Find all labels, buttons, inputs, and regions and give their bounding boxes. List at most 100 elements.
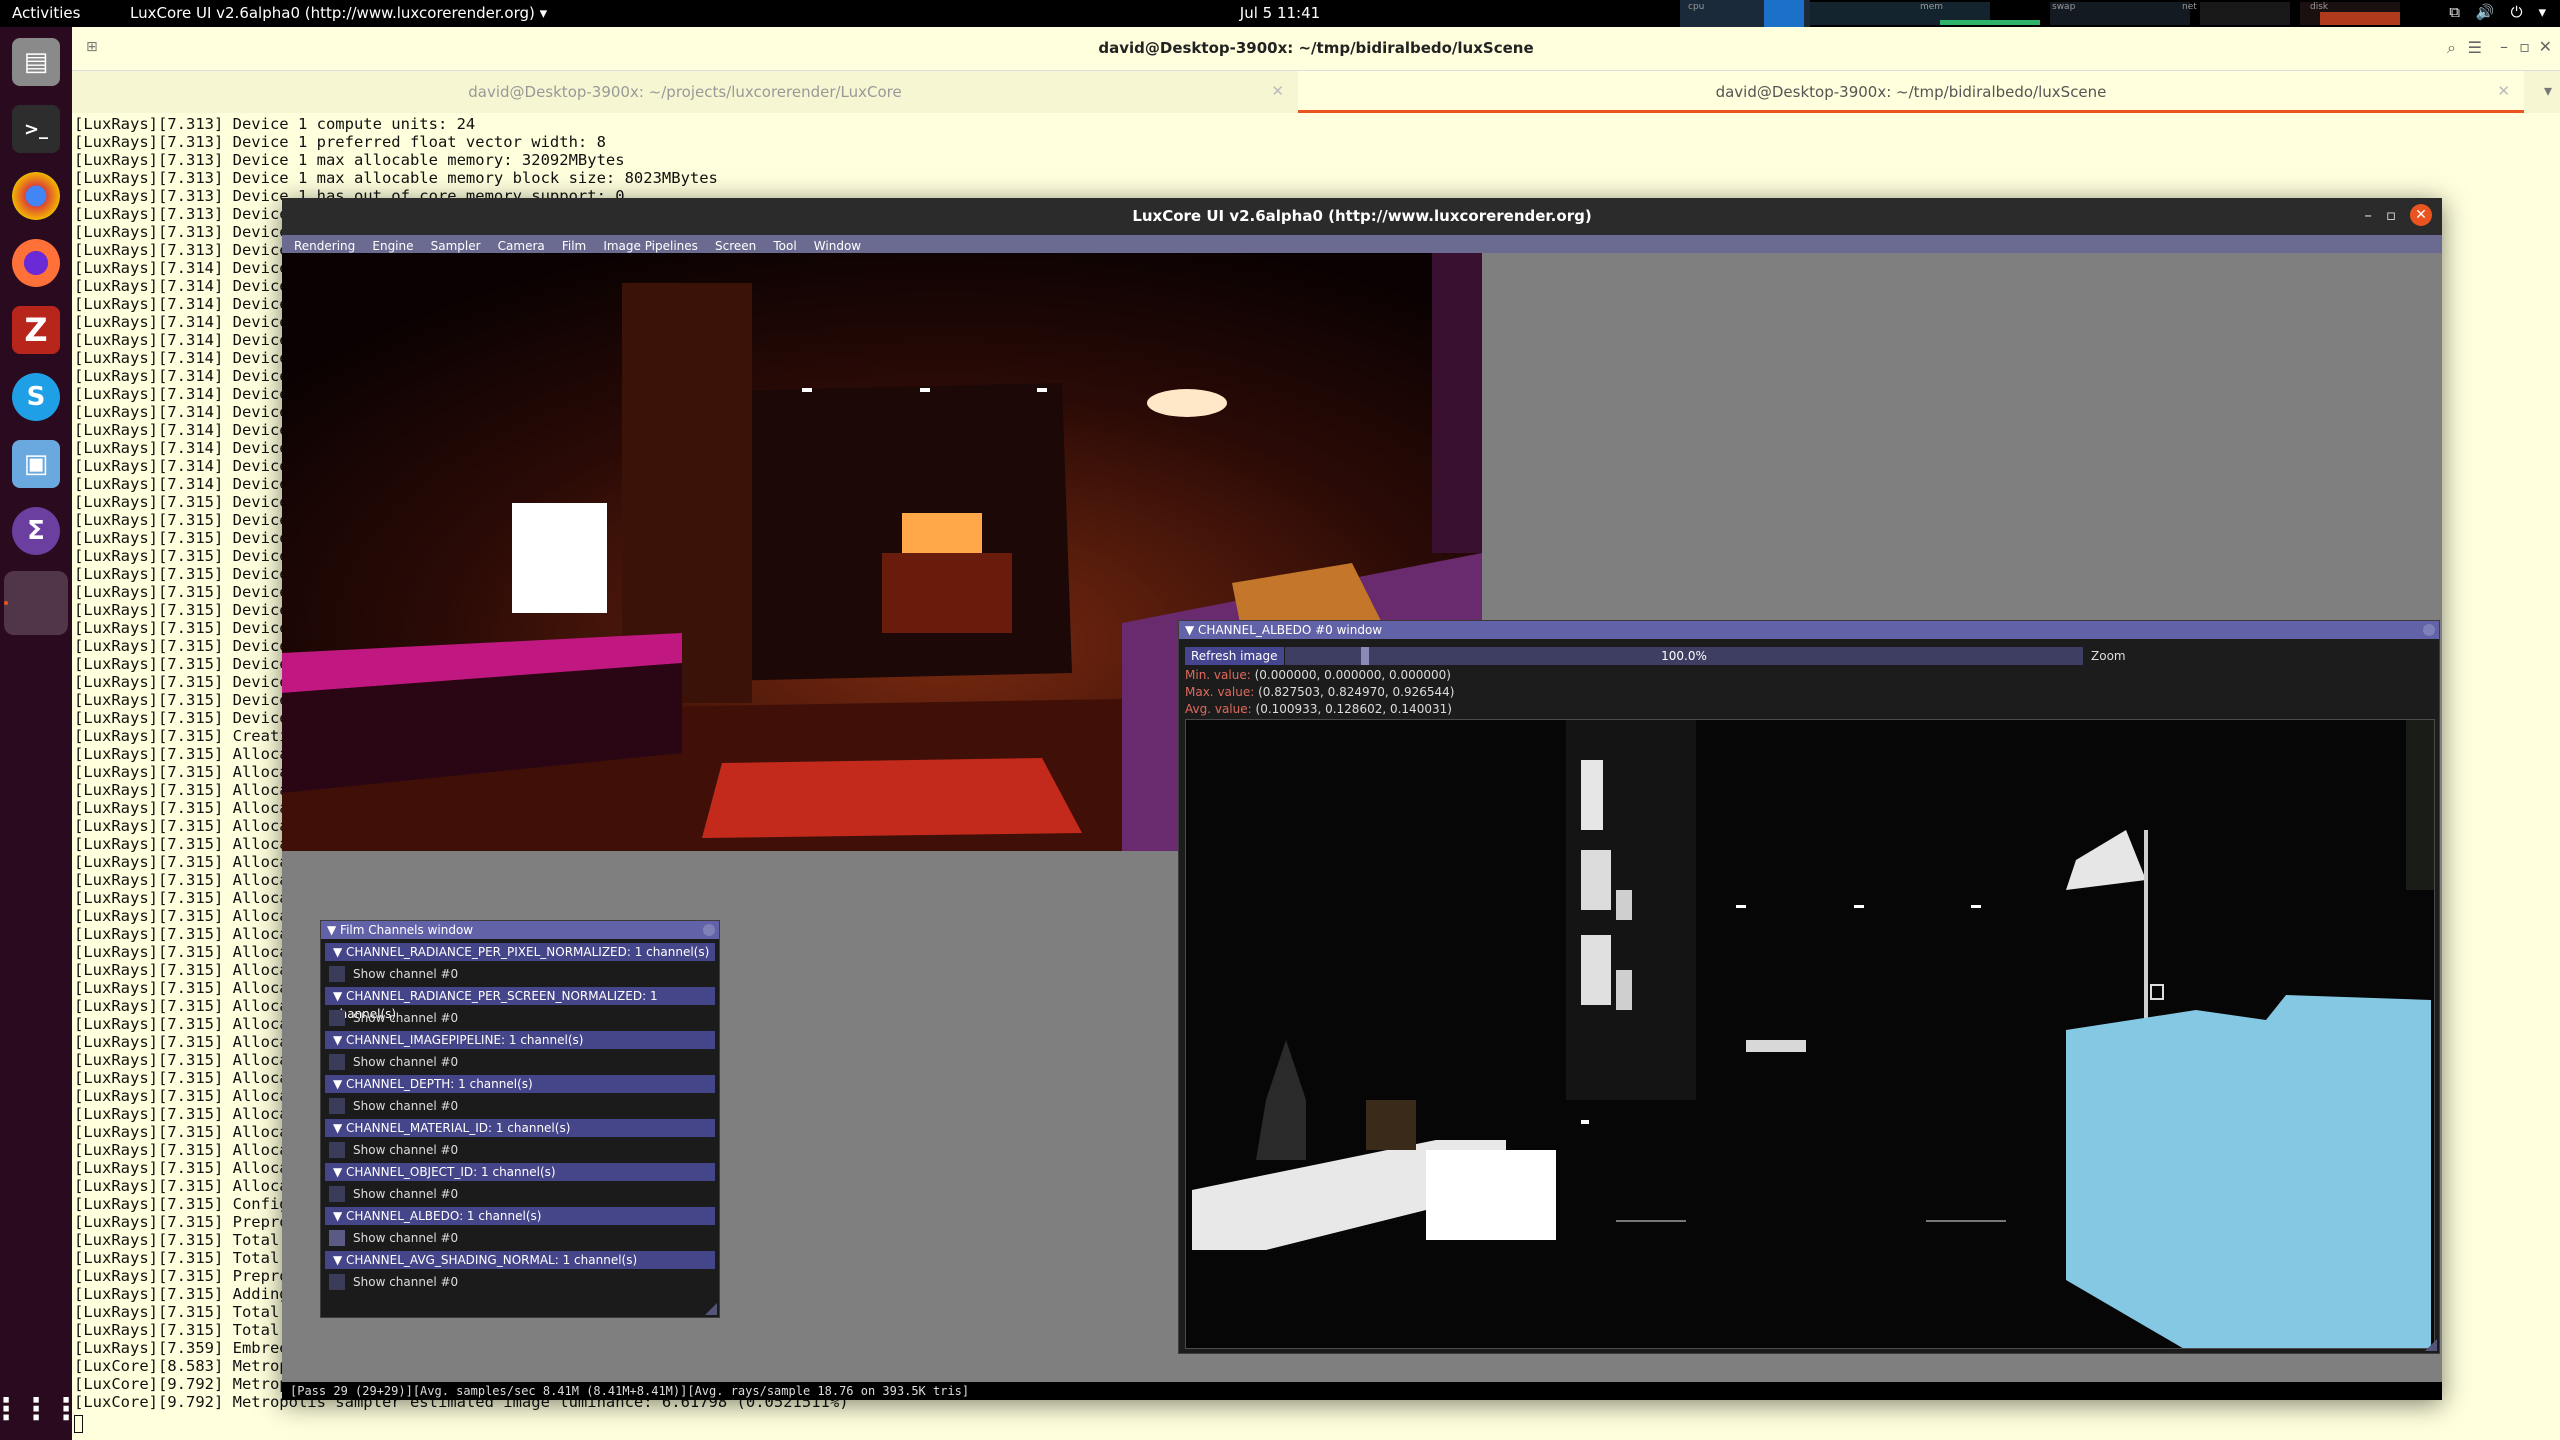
film-channels-title[interactable]: ▼ Film Channels window (321, 921, 719, 939)
show-channel-checkbox[interactable] (329, 1186, 345, 1202)
collapse-triangle-icon[interactable]: ▼ (327, 923, 340, 937)
power-icon[interactable]: ⏻ (2511, 3, 2523, 21)
show-channel-row[interactable]: Show channel #0 (329, 1141, 715, 1159)
channel-header[interactable]: ▼ CHANNEL_MATERIAL_ID: 1 channel(s) (325, 1119, 715, 1137)
menu-rendering[interactable]: Rendering (294, 239, 355, 253)
search-icon[interactable]: ⌕ (2447, 38, 2456, 58)
collapse-triangle-icon[interactable]: ▼ (1185, 623, 1198, 637)
collapse-triangle-icon[interactable]: ▼ (333, 945, 346, 959)
menu-window[interactable]: Window (814, 239, 861, 253)
show-channel-checkbox[interactable] (329, 1010, 345, 1026)
show-channel-checkbox[interactable] (329, 1230, 345, 1246)
terminal-icon[interactable]: >_ (12, 105, 60, 153)
collapse-triangle-icon[interactable]: ▼ (333, 989, 346, 1003)
show-channel-row[interactable]: Show channel #0 (329, 965, 715, 983)
film-channels-window[interactable]: ▼ Film Channels window ▼ CHANNEL_RADIANC… (320, 920, 720, 1318)
minimize-icon[interactable]: – (2500, 37, 2508, 56)
collapse-triangle-icon[interactable]: ▼ (333, 1077, 346, 1091)
menu-tool[interactable]: Tool (773, 239, 796, 253)
status-bar: [Pass 29 (29+29)][Avg. samples/sec 8.41M… (282, 1382, 2442, 1400)
collapse-triangle-icon[interactable]: ▼ (333, 1165, 346, 1179)
tab-luxcore[interactable]: david@Desktop-3900x: ~/projects/luxcorer… (72, 71, 1298, 113)
channel-header[interactable]: ▼ CHANNEL_OBJECT_ID: 1 channel(s) (325, 1163, 715, 1181)
resize-grip[interactable] (705, 1303, 717, 1315)
albedo-image[interactable] (1185, 719, 2435, 1349)
menu-camera[interactable]: Camera (498, 239, 545, 253)
activities-button[interactable]: Activities (12, 4, 80, 22)
close-icon[interactable]: ✕ (2539, 37, 2552, 56)
close-icon[interactable] (2423, 624, 2435, 636)
albedo-window[interactable]: ▼ CHANNEL_ALBEDO #0 window Refresh image… (1178, 620, 2440, 1354)
volume-icon[interactable]: 🔊 (2476, 3, 2495, 21)
channel-header[interactable]: ▼ CHANNEL_DEPTH: 1 channel(s) (325, 1075, 715, 1093)
system-monitor-graphs[interactable]: cpu mem swap net disk (1680, 0, 2400, 27)
refresh-image-button[interactable]: Refresh image (1185, 647, 1284, 665)
files-icon[interactable]: ▤ (12, 38, 60, 86)
show-channel-checkbox[interactable] (329, 1142, 345, 1158)
menu-screen[interactable]: Screen (715, 239, 756, 253)
collapse-triangle-icon[interactable]: ▼ (333, 1253, 346, 1267)
close-icon[interactable] (703, 924, 715, 936)
menu-image-pipelines[interactable]: Image Pipelines (603, 239, 698, 253)
zoom-slider-grab[interactable] (1361, 647, 1369, 665)
zoom-slider[interactable]: 100.0% (1285, 647, 2083, 665)
terminal-header: ⊞ david@Desktop-3900x: ~/tmp/bidiralbedo… (72, 27, 2560, 71)
chevron-down-icon[interactable]: ▾ (2538, 3, 2546, 21)
show-channel-checkbox[interactable] (329, 1054, 345, 1070)
show-channel-checkbox[interactable] (329, 966, 345, 982)
channel-name: CHANNEL_AVG_SHADING_NORMAL: 1 channel(s) (346, 1253, 638, 1267)
show-channel-label: Show channel #0 (353, 967, 459, 981)
resize-grip[interactable] (2425, 1339, 2437, 1351)
show-channel-row[interactable]: Show channel #0 (329, 1273, 715, 1291)
hamburger-menu-icon[interactable]: ☰ (2468, 38, 2482, 57)
tabs-menu-icon[interactable]: ▾ (2544, 81, 2552, 100)
albedo-window-title[interactable]: ▼ CHANNEL_ALBEDO #0 window (1179, 621, 2439, 639)
filezilla-icon[interactable]: Z (12, 306, 60, 354)
close-icon[interactable]: ✕ (2410, 204, 2432, 226)
channel-header[interactable]: ▼ CHANNEL_RADIANCE_PER_PIXEL_NORMALIZED:… (325, 943, 715, 961)
zoom-label: Zoom (2091, 649, 2126, 663)
system-tray[interactable]: ⧉ 🔊 ⏻ ▾ (2449, 3, 2546, 21)
apps-grid-icon[interactable]: ⋮⋮⋮ (0, 1385, 81, 1433)
show-channel-row[interactable]: Show channel #0 (329, 1009, 715, 1027)
show-channel-label: Show channel #0 (353, 1231, 459, 1245)
luxcore-icon[interactable] (4, 571, 68, 635)
minimize-icon[interactable]: – (2364, 206, 2372, 224)
show-channel-row[interactable]: Show channel #0 (329, 1229, 715, 1247)
clock[interactable]: Jul 5 11:41 (1240, 4, 1320, 22)
menu-sampler[interactable]: Sampler (431, 239, 481, 253)
close-tab-icon[interactable]: ✕ (2497, 82, 2510, 100)
show-channel-checkbox[interactable] (329, 1274, 345, 1290)
channel-name: CHANNEL_DEPTH: 1 channel(s) (346, 1077, 533, 1091)
terminal-line: [LuxRays][7.313] Device 1 preferred floa… (74, 133, 606, 151)
app-menu[interactable]: LuxCore UI v2.6alpha0 (http://www.luxcor… (130, 4, 547, 22)
running-indicator (4, 601, 8, 605)
collapse-triangle-icon[interactable]: ▼ (333, 1121, 346, 1135)
collapse-triangle-icon[interactable]: ▼ (333, 1033, 346, 1047)
maximize-icon[interactable]: ▫ (2386, 206, 2396, 224)
network-icon[interactable]: ⧉ (2449, 3, 2460, 21)
menu-engine[interactable]: Engine (372, 239, 413, 253)
firefox-icon[interactable] (12, 239, 60, 287)
maximize-icon[interactable]: ▫ (2519, 37, 2530, 56)
show-channel-row[interactable]: Show channel #0 (329, 1097, 715, 1115)
chrome-icon[interactable] (12, 172, 60, 220)
channel-header[interactable]: ▼ CHANNEL_ALBEDO: 1 channel(s) (325, 1207, 715, 1225)
box-icon[interactable]: ▣ (12, 440, 60, 488)
channel-header[interactable]: ▼ CHANNEL_AVG_SHADING_NORMAL: 1 channel(… (325, 1251, 715, 1269)
collapse-triangle-icon[interactable]: ▼ (333, 1209, 346, 1223)
luxcore-title: LuxCore UI v2.6alpha0 (http://www.luxcor… (282, 198, 2442, 235)
show-channel-checkbox[interactable] (329, 1098, 345, 1114)
channel-name: CHANNEL_IMAGEPIPELINE: 1 channel(s) (346, 1033, 584, 1047)
tab-luxscene[interactable]: david@Desktop-3900x: ~/tmp/bidiralbedo/l… (1298, 71, 2524, 113)
menu-film[interactable]: Film (562, 239, 586, 253)
channel-header[interactable]: ▼ CHANNEL_IMAGEPIPELINE: 1 channel(s) (325, 1031, 715, 1049)
emacs-icon[interactable]: Σ (12, 507, 60, 555)
show-channel-row[interactable]: Show channel #0 (329, 1185, 715, 1203)
channel-header[interactable]: ▼ CHANNEL_RADIANCE_PER_SCREEN_NORMALIZED… (325, 987, 715, 1021)
show-channel-label: Show channel #0 (353, 1275, 459, 1289)
close-tab-icon[interactable]: ✕ (1271, 82, 1284, 100)
skype-icon[interactable]: S (12, 373, 60, 421)
show-channel-row[interactable]: Show channel #0 (329, 1053, 715, 1071)
tab-label: david@Desktop-3900x: ~/tmp/bidiralbedo/l… (1715, 83, 2107, 101)
